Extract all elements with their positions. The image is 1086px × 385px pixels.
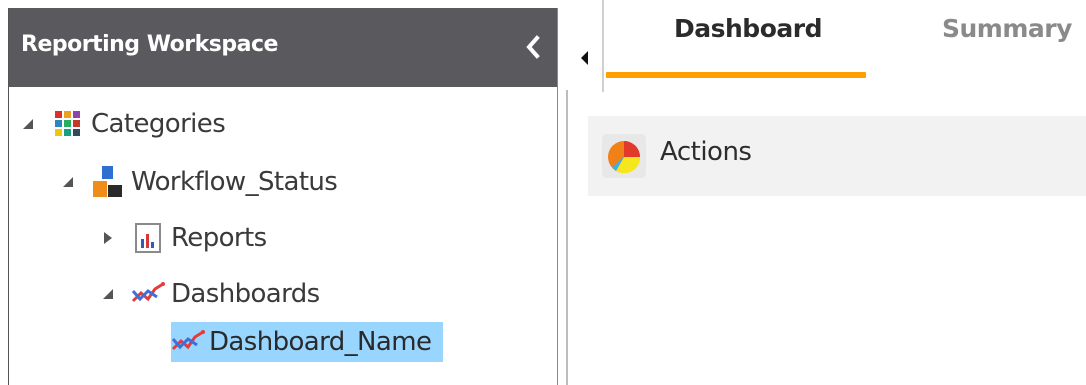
tree-label-dashboards: Dashboards [171, 279, 320, 309]
tree-label-dashboard-name: Dashboard_Name [205, 322, 444, 362]
tree-item-dashboard-name[interactable]: Dashboard_Name [171, 322, 444, 362]
expanded-triangle-icon[interactable] [21, 117, 35, 131]
tab-summary[interactable]: Summary [942, 14, 1072, 64]
active-tab-indicator [606, 72, 866, 78]
tree-item-categories[interactable]: Categories [21, 106, 226, 142]
chevron-left-icon [526, 35, 540, 59]
tree-label-categories: Categories [91, 109, 226, 139]
collapsed-triangle-icon[interactable] [101, 231, 115, 245]
dashboard-line-icon [131, 277, 165, 311]
tree-label-workflow-status: Workflow_Status [131, 167, 338, 197]
workflow-blocks-icon [91, 165, 125, 199]
actions-item[interactable]: Actions [588, 116, 1086, 196]
expanded-triangle-icon[interactable] [61, 175, 75, 189]
report-chart-icon [131, 221, 165, 255]
reporting-workspace-panel: Reporting Workspace Categories Workflow_… [8, 8, 558, 385]
tree-item-workflow-status[interactable]: Workflow_Status [61, 164, 338, 200]
panel-splitter[interactable] [566, 90, 568, 385]
top-strip [0, 0, 1086, 8]
collapse-panel-button[interactable] [523, 32, 543, 62]
panel-header: Reporting Workspace [9, 8, 557, 87]
categories-grid-icon [51, 107, 85, 141]
expand-panel-button[interactable] [578, 48, 592, 68]
dashboard-line-icon [171, 322, 205, 362]
tree-label-reports: Reports [171, 223, 267, 253]
caret-left-icon [581, 51, 588, 65]
pie-chart-icon [602, 134, 646, 178]
panel-splitter-top [602, 0, 604, 92]
panel-title: Reporting Workspace [21, 32, 278, 57]
actions-label: Actions [660, 137, 752, 167]
expanded-triangle-icon[interactable] [101, 287, 115, 301]
tab-dashboard[interactable]: Dashboard [674, 14, 822, 64]
tree-item-dashboards[interactable]: Dashboards [101, 276, 320, 312]
tree-item-reports[interactable]: Reports [101, 220, 267, 256]
